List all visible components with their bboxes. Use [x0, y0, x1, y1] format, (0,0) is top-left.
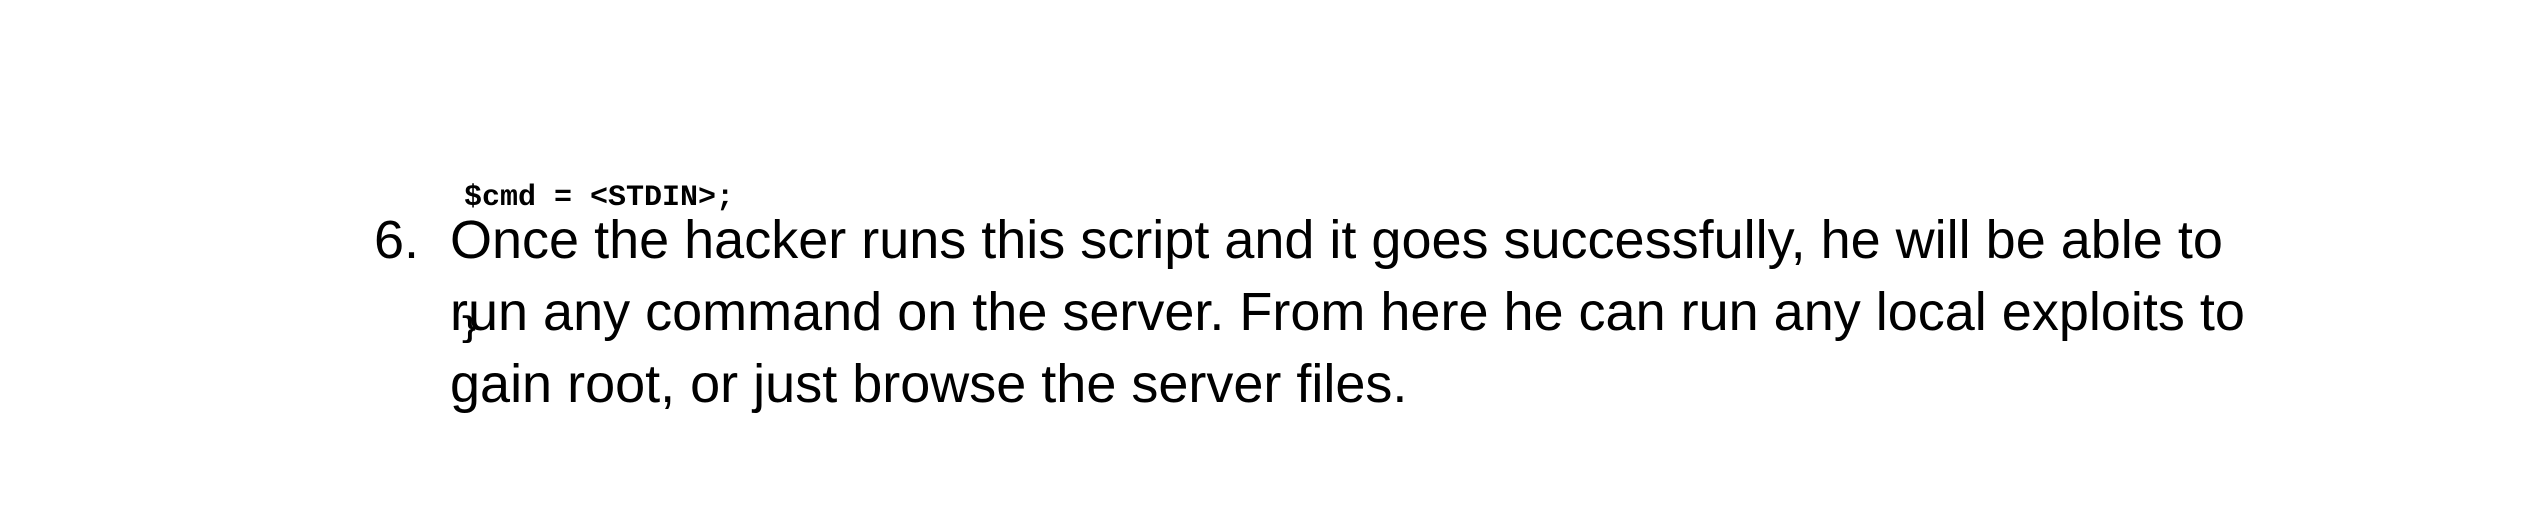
text-line: Once the hacker runs this script and it … — [450, 210, 2223, 270]
text-line: run any command on the server. From here… — [450, 282, 2245, 342]
text-line: gain root, or just browse the server fil… — [450, 354, 1408, 414]
numbered-list-item: 6. Once the hacker runs this script and … — [374, 204, 2374, 420]
list-number: 6. — [374, 210, 420, 270]
list-item-text: Once the hacker runs this script and it … — [450, 204, 2374, 420]
